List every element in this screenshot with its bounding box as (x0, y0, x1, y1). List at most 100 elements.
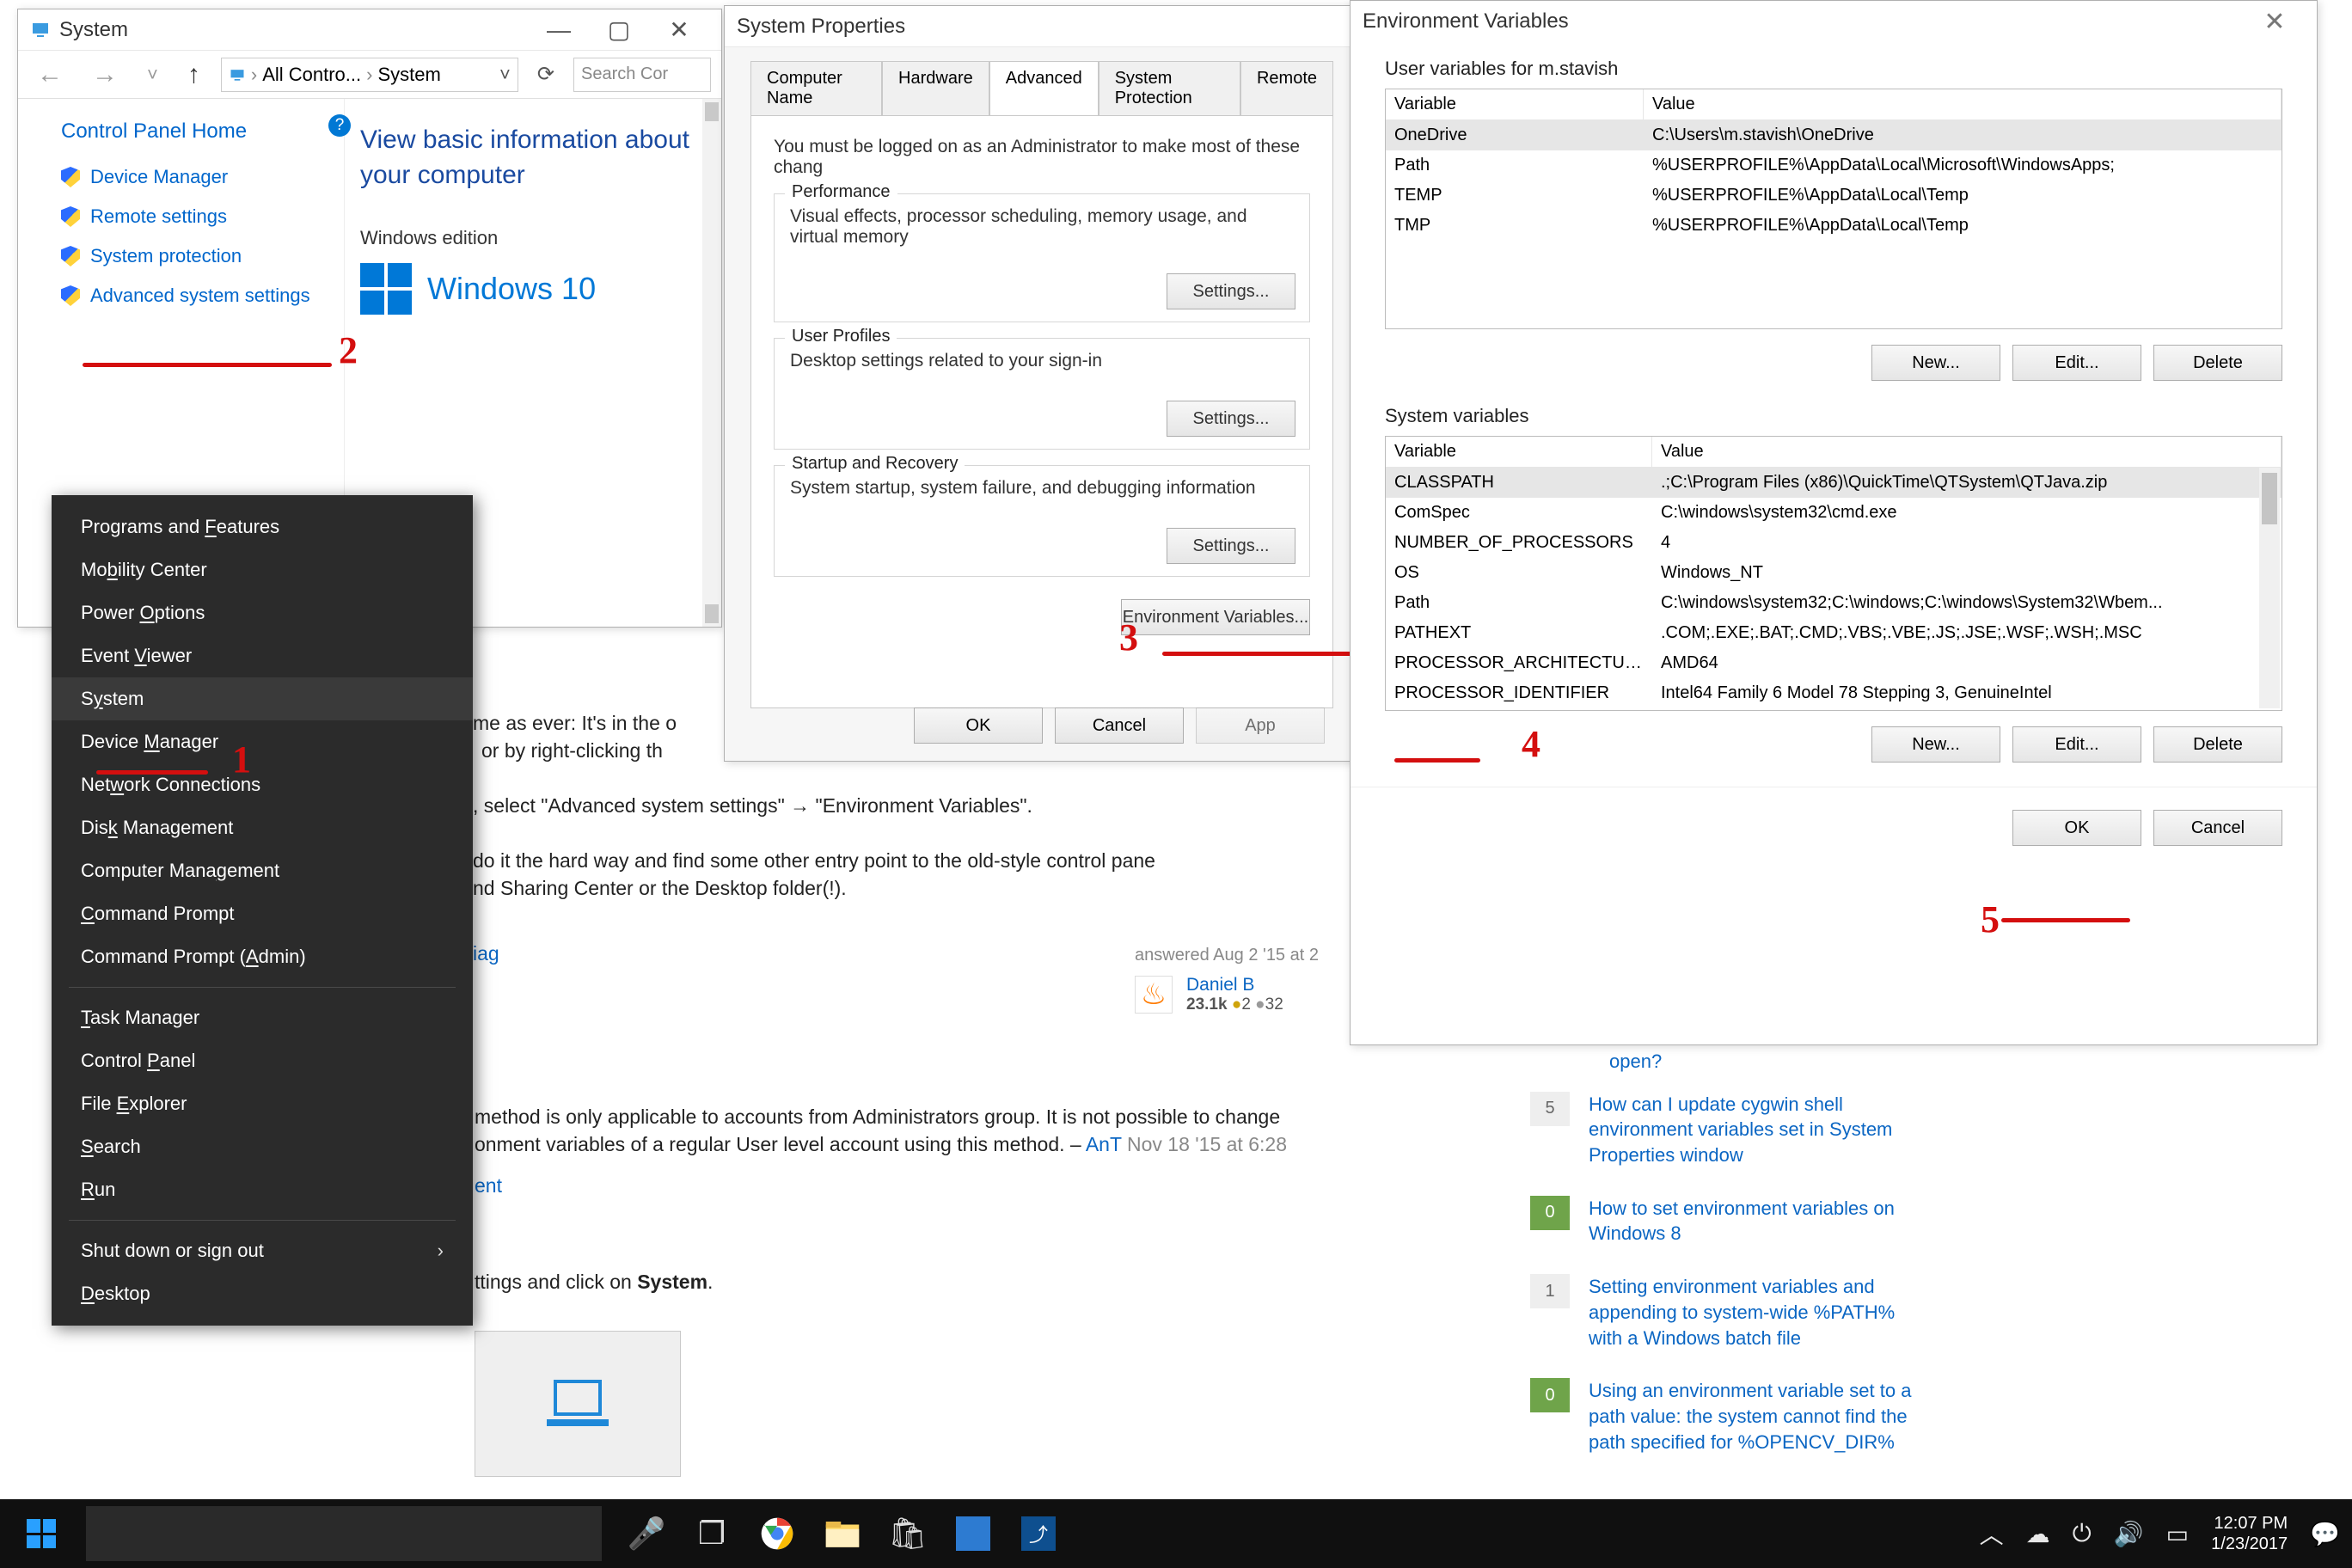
system-protection-link[interactable]: System protection (61, 245, 323, 267)
scroll-up-icon[interactable] (705, 102, 719, 121)
scroll-down-icon[interactable] (705, 604, 719, 623)
file-explorer-icon[interactable] (822, 1513, 863, 1554)
up-button[interactable]: ↑ (179, 57, 209, 93)
taskbar[interactable]: 🎤 ❐ 🛍 ⤴ ︿ ☁ ⏻ 🔊 ▭ 12:07 PM1/23/2017 💬 (0, 1499, 2352, 1568)
table-row[interactable]: PROCESSOR_ARCHITECTUREAMD64 (1386, 648, 2282, 678)
chrome-icon[interactable] (756, 1513, 798, 1554)
user-delete-button[interactable]: Delete (2153, 345, 2282, 381)
winx-item-run[interactable]: Run (52, 1168, 473, 1211)
volume-icon[interactable]: 🔊 (2114, 1520, 2144, 1548)
tray-overflow-icon[interactable]: ︿ (1980, 1516, 2004, 1551)
crumb[interactable]: System (377, 64, 440, 86)
table-row[interactable]: TMP%USERPROFILE%\AppData\Local\Temp (1386, 211, 2282, 241)
system-vars-table[interactable]: Variable Value CLASSPATH.;C:\Program Fil… (1385, 436, 2282, 711)
crumb[interactable]: All Contro... (262, 64, 361, 86)
tab-advanced[interactable]: Advanced (989, 61, 1099, 115)
table-row[interactable]: PATHEXT.COM;.EXE;.BAT;.CMD;.VBS;.VBE;.JS… (1386, 618, 2282, 648)
sys-new-button[interactable]: New... (1871, 726, 2000, 763)
titlebar[interactable]: Environment Variables ✕ (1351, 1, 2317, 42)
remote-settings-link[interactable]: Remote settings (61, 205, 323, 228)
scrollbar[interactable] (2259, 468, 2280, 708)
sys-edit-button[interactable]: Edit... (2012, 726, 2141, 763)
related-link[interactable]: How to set environment variables on Wind… (1589, 1196, 1917, 1246)
cancel-button[interactable]: Cancel (2153, 810, 2282, 846)
winx-item-file-explorer[interactable]: File Explorer (52, 1082, 473, 1125)
add-comment-link[interactable]: ent (475, 1174, 502, 1197)
system-tray[interactable]: ︿ ☁ ⏻ 🔊 ▭ 12:07 PM1/23/2017 💬 (1980, 1513, 2352, 1554)
col-variable[interactable]: Variable (1386, 89, 1644, 120)
profiles-settings-button[interactable]: Settings... (1167, 401, 1295, 437)
startup-settings-button[interactable]: Settings... (1167, 528, 1295, 564)
device-manager-link[interactable]: Device Manager (61, 166, 323, 188)
clock[interactable]: 12:07 PM1/23/2017 (2211, 1513, 2288, 1554)
refresh-button[interactable]: ⟳ (530, 62, 561, 87)
table-row[interactable]: Path%USERPROFILE%\AppData\Local\Microsof… (1386, 150, 2282, 181)
tab-hardware[interactable]: Hardware (882, 61, 989, 115)
crumb-dropdown-icon[interactable]: ˅ (499, 64, 511, 86)
store-icon[interactable]: 🛍 (887, 1513, 928, 1554)
winx-item-computer-management[interactable]: Computer Management (52, 849, 473, 892)
related-link[interactable]: open? (1609, 1050, 1662, 1072)
action-center-icon[interactable]: 💬 (2310, 1520, 2340, 1548)
winx-item-event-viewer[interactable]: Event Viewer (52, 634, 473, 677)
search-input[interactable]: Search Cor (573, 58, 711, 92)
cp-home-link[interactable]: Control Panel Home (61, 119, 323, 144)
winx-item-system[interactable]: System (52, 677, 473, 720)
winx-item-control-panel[interactable]: Control Panel (52, 1039, 473, 1082)
winx-item-desktop[interactable]: Desktop (52, 1272, 473, 1315)
sys-delete-button[interactable]: Delete (2153, 726, 2282, 763)
winx-item-power-options[interactable]: Power Options (52, 591, 473, 634)
table-row[interactable]: NUMBER_OF_PROCESSORS4 (1386, 528, 2282, 558)
related-link[interactable]: How can I update cygwin shell environmen… (1589, 1092, 1917, 1168)
history-dropdown[interactable]: ˅ (138, 60, 167, 89)
winx-item-mobility-center[interactable]: Mobility Center (52, 548, 473, 591)
col-value[interactable]: Value (1652, 437, 2282, 468)
user-vars-table[interactable]: Variable Value OneDriveC:\Users\m.stavis… (1385, 89, 2282, 329)
power-icon[interactable]: ⏻ (2073, 1520, 2092, 1548)
task-view-icon[interactable]: ❐ (691, 1513, 732, 1554)
close-button[interactable]: ✕ (649, 9, 709, 51)
mic-icon[interactable]: 🎤 (626, 1513, 667, 1554)
table-row[interactable]: PROCESSOR_IDENTIFIERIntel64 Family 6 Mod… (1386, 678, 2282, 708)
app-icon[interactable]: ⤴ (1018, 1513, 1059, 1554)
cancel-button[interactable]: Cancel (1055, 707, 1184, 744)
titlebar[interactable]: System Properties (725, 6, 1359, 47)
maximize-button[interactable]: ▢ (589, 9, 649, 51)
tab-remote[interactable]: Remote (1240, 61, 1333, 115)
help-icon[interactable]: ? (328, 114, 351, 137)
network-icon[interactable]: ▭ (2166, 1520, 2189, 1548)
col-value[interactable]: Value (1644, 89, 2282, 120)
commenter-link[interactable]: AnT (1086, 1133, 1122, 1155)
breadcrumb[interactable]: › All Contro... › System ˅ (221, 58, 518, 92)
ok-button[interactable]: OK (2012, 810, 2141, 846)
environment-variables-button[interactable]: Environment Variables... (1121, 599, 1310, 635)
apply-button[interactable]: App (1196, 707, 1325, 744)
scroll-thumb[interactable] (2262, 473, 2277, 524)
titlebar[interactable]: System — ▢ ✕ (18, 9, 721, 51)
winx-item-command-prompt[interactable]: Command Prompt (52, 892, 473, 935)
bg-tag[interactable]: iag (473, 942, 499, 965)
winx-item-search[interactable]: Search (52, 1125, 473, 1168)
answer-user-card[interactable]: ♨ Daniel B 23.1k ●2 ●32 (1135, 975, 1283, 1014)
app-icon[interactable] (952, 1513, 994, 1554)
tab-computer-name[interactable]: Computer Name (750, 61, 882, 115)
advanced-system-settings-link[interactable]: Advanced system settings (61, 285, 323, 307)
table-row[interactable]: CLASSPATH.;C:\Program Files (x86)\QuickT… (1386, 468, 2282, 498)
winx-item-shut-down-or-sign-out[interactable]: Shut down or sign out› (52, 1229, 473, 1272)
taskbar-search[interactable] (86, 1506, 602, 1561)
related-link[interactable]: Using an environment variable set to a p… (1589, 1378, 1917, 1455)
winx-item-device-manager[interactable]: Device Manager (52, 720, 473, 763)
scrollbar[interactable] (702, 99, 721, 627)
ok-button[interactable]: OK (914, 707, 1043, 744)
table-row[interactable]: PathC:\windows\system32;C:\windows;C:\wi… (1386, 588, 2282, 618)
table-row[interactable]: ComSpecC:\windows\system32\cmd.exe (1386, 498, 2282, 528)
perf-settings-button[interactable]: Settings... (1167, 273, 1295, 309)
winx-item-command-prompt-admin-[interactable]: Command Prompt (Admin) (52, 935, 473, 978)
back-button[interactable]: ← (28, 57, 71, 93)
minimize-button[interactable]: — (529, 9, 589, 51)
close-button[interactable]: ✕ (2245, 1, 2305, 42)
related-link[interactable]: Setting environment variables and append… (1589, 1274, 1917, 1351)
start-button[interactable] (0, 1499, 83, 1568)
user-edit-button[interactable]: Edit... (2012, 345, 2141, 381)
table-row[interactable]: OneDriveC:\Users\m.stavish\OneDrive (1386, 120, 2282, 150)
